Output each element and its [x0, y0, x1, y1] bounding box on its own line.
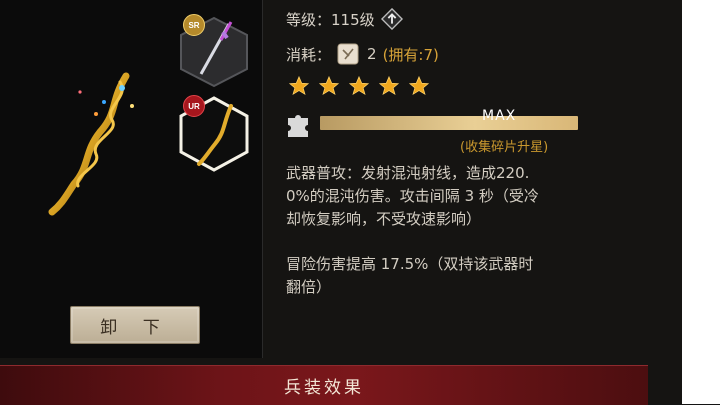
weapon-preview-panel: SR UR 卸 下 — [0, 0, 263, 358]
weapon-info: 等级： 115级 消耗： 2 (拥有:7) MAX (收集碎片升星) 武器普攻：… — [282, 0, 672, 358]
screen-edge — [682, 0, 720, 404]
progress-bar — [320, 116, 578, 130]
cost-label: 消耗： — [286, 45, 332, 64]
description-line: 0%的混沌伤害。攻击间隔 3 秒（受冷 — [286, 187, 539, 205]
upgrade-arrow-icon[interactable] — [380, 8, 403, 30]
star-icon — [378, 75, 400, 96]
bonus-line: 翻倍） — [286, 278, 332, 296]
weapon-detail-panel: SR UR 卸 下 等级： 115级 消耗： 2 (拥有:7) MAX (收集碎… — [0, 0, 682, 405]
puzzle-piece-icon — [288, 115, 308, 137]
star-icon — [288, 75, 310, 96]
equipment-effect-bar[interactable]: 兵装效果 — [0, 365, 648, 405]
cost-row: 消耗： 2 (拥有:7) — [286, 40, 439, 68]
equipment-effect-title: 兵装效果 — [284, 378, 364, 398]
golden-staff-icon — [48, 72, 134, 216]
unequip-button[interactable]: 卸 下 — [70, 306, 200, 344]
description-line: 武器普攻：发射混沌射线，造成220. — [286, 164, 530, 182]
star-icon — [348, 75, 370, 96]
owned-count: (拥有:7) — [382, 45, 439, 64]
weapon-description: 武器普攻：发射混沌射线，造成220. 0%的混沌伤害。攻击间隔 3 秒（受冷 却… — [286, 162, 642, 231]
star-progress: MAX (收集碎片升星) — [282, 108, 582, 156]
adventure-bonus-description: 冒险伤害提高 17.5%（双持该武器时 翻倍） — [286, 253, 642, 299]
ur-rarity-badge: UR — [183, 95, 205, 117]
fragment-scroll-icon — [337, 43, 359, 65]
star-icon — [408, 75, 430, 96]
level-label: 等级： — [286, 10, 332, 29]
progress-hint: (收集碎片升星) — [460, 140, 549, 155]
level-row: 等级： 115级 — [286, 6, 403, 32]
bonus-line: 冒险伤害提高 17.5%（双持该武器时 — [286, 255, 534, 273]
progress-max-label: MAX — [482, 108, 517, 124]
cost-value: 2 — [367, 45, 377, 63]
sr-rarity-badge: SR — [183, 14, 205, 36]
star-rating — [288, 75, 430, 97]
description-line: 却恢复影响，不受攻速影响） — [286, 210, 482, 228]
star-icon — [318, 75, 340, 96]
level-value: 115级 — [331, 10, 375, 29]
